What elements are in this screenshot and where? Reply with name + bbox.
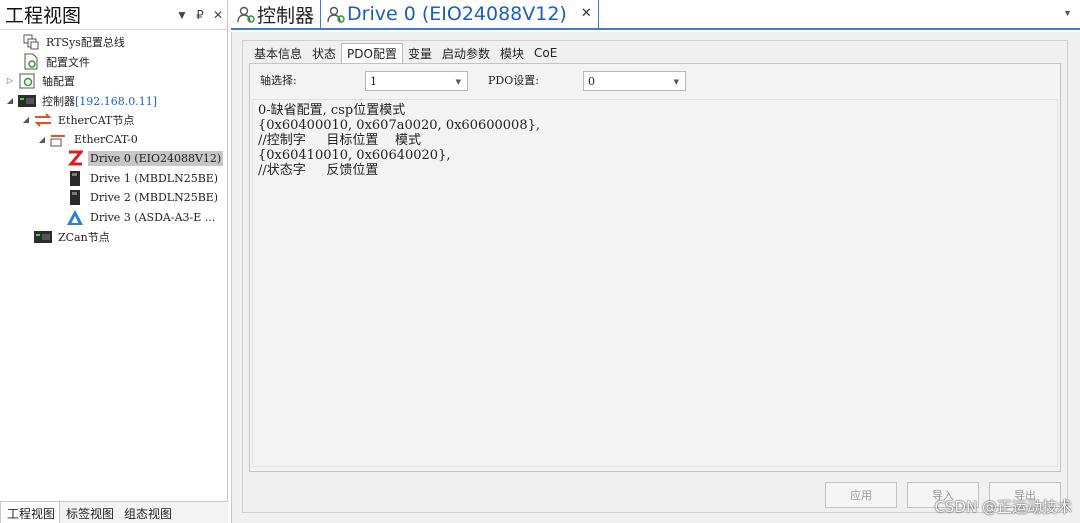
axis-select-value: 1 xyxy=(370,75,377,88)
tab-pdo-config[interactable]: PDO配置 xyxy=(341,43,403,63)
tab-label: Drive 0 (EIO24088V12) xyxy=(347,2,567,25)
tab-startup-params[interactable]: 启动参数 xyxy=(437,43,495,63)
tree-expander[interactable]: ▷ xyxy=(4,76,16,85)
tree-item-zcan-node[interactable]: ZCan节点 xyxy=(20,227,112,246)
servo-drive-icon xyxy=(66,189,84,206)
close-panel-icon[interactable]: ✕ xyxy=(209,8,227,22)
code-line: //控制字 目标位置 模式 xyxy=(258,133,421,148)
tree-expander[interactable]: ◢ xyxy=(36,135,48,144)
document-tabs: 控制器 Drive 0 (EIO24088V12) ✕ xyxy=(231,0,1080,30)
pdo-setting-value: 0 xyxy=(588,75,595,88)
tab-variables[interactable]: 变量 xyxy=(403,43,437,63)
tree-item-label: Drive 0 (EIO24088V12) xyxy=(88,151,224,166)
code-line: 0-缺省配置, csp位置模式 xyxy=(258,103,406,118)
zmotion-drive-icon xyxy=(66,150,84,167)
chevron-down-icon: ▼ xyxy=(673,78,679,86)
tree-item-drive-3[interactable]: Drive 3 (ASDA-A3-E ... xyxy=(52,208,217,227)
ethercat-icon xyxy=(34,111,52,128)
chevron-down-icon: ▼ xyxy=(455,78,461,86)
apply-button[interactable]: 应用 xyxy=(825,482,897,508)
drive-document: 基本信息 状态 PDO配置 变量 启动参数 模块 CoE 轴选择: 1 ▼ PD… xyxy=(231,32,1080,523)
panel-header: 工程视图 ▼ ₽ ✕ xyxy=(0,0,227,30)
tree-item-label: 配置文件 xyxy=(46,55,90,69)
pdo-setting-dropdown[interactable]: 0 ▼ xyxy=(583,71,686,91)
tab-coe[interactable]: CoE xyxy=(529,43,562,63)
tree-item-ethercat-node[interactable]: ◢ EtherCAT节点 xyxy=(20,110,136,129)
tree-item-rtsys-bus[interactable]: RTSys配置总线 xyxy=(8,32,127,51)
tree-item-config-file[interactable]: 配置文件 xyxy=(8,52,92,71)
drive-frame: 基本信息 状态 PDO配置 变量 启动参数 模块 CoE 轴选择: 1 ▼ PD… xyxy=(242,40,1068,513)
tree-item-drive-1[interactable]: Drive 1 (MBDLN25BE) xyxy=(52,169,220,188)
axis-config-icon xyxy=(18,72,36,89)
controller-icon xyxy=(18,92,36,109)
code-line: {0x60400010, 0x607a0020, 0x60600008}, xyxy=(258,118,540,133)
tree-expander[interactable]: ◢ xyxy=(4,96,16,105)
tab-modules[interactable]: 模块 xyxy=(495,43,529,63)
zcan-icon xyxy=(34,228,52,245)
left-panel-tabs: 工程视图 标签视图 组态视图 xyxy=(0,501,228,523)
tree-item-ethercat-0[interactable]: ◢ EtherCAT-0 xyxy=(36,130,140,149)
ethercat-port-icon xyxy=(50,131,68,148)
controller-tab-icon xyxy=(237,5,255,23)
tree-item-drive-2[interactable]: Drive 2 (MBDLN25BE) xyxy=(52,188,220,207)
tab-status[interactable]: 状态 xyxy=(307,43,341,63)
axis-select-dropdown[interactable]: 1 ▼ xyxy=(365,71,468,91)
project-view-panel: 工程视图 ▼ ₽ ✕ RTSys配置总线 配置文件 ▷ 轴配置 ◢ 控制器[19… xyxy=(0,0,228,523)
close-tab-icon[interactable]: ✕ xyxy=(581,6,592,21)
pdo-setting-label: PDO设置: xyxy=(488,74,539,87)
drive-property-tabs: 基本信息 状态 PDO配置 变量 启动参数 模块 CoE xyxy=(249,43,562,63)
tree-item-axis-config[interactable]: ▷ 轴配置 xyxy=(4,71,77,90)
code-line: //状态字 反馈位置 xyxy=(258,163,379,178)
doc-list-dropdown-icon[interactable]: ▼ xyxy=(1063,8,1072,18)
tree-item-label: EtherCAT-0 xyxy=(74,133,138,146)
tree-item-label: 轴配置 xyxy=(42,74,75,88)
controller-ip: [192.168.0.11] xyxy=(75,94,158,108)
tree-item-label: Drive 2 (MBDLN25BE) xyxy=(90,191,219,204)
watermark: CSDN @正运动技术 xyxy=(934,498,1072,516)
project-tree: RTSys配置总线 配置文件 ▷ 轴配置 ◢ 控制器[192.168.0.11] xyxy=(0,30,227,501)
axis-select-label: 轴选择: xyxy=(260,74,297,87)
tab-label: 控制器 xyxy=(257,4,315,27)
tab-controller[interactable]: 控制器 xyxy=(231,0,320,28)
tab-drive-0[interactable]: Drive 0 (EIO24088V12) ✕ xyxy=(320,0,599,28)
code-line: {0x60410010, 0x60640020}, xyxy=(258,148,451,163)
tree-item-label: Drive 3 (ASDA-A3-E ... xyxy=(90,211,216,224)
pin-icon[interactable]: ₽ xyxy=(191,8,209,22)
panel-title: 工程视图 xyxy=(5,5,82,27)
config-file-icon xyxy=(22,53,40,70)
panel-dropdown-icon[interactable]: ▼ xyxy=(173,8,191,22)
tree-item-controller[interactable]: ◢ 控制器[192.168.0.11] xyxy=(4,91,159,110)
tree-item-label: EtherCAT节点 xyxy=(58,113,135,127)
tab-project-view[interactable]: 工程视图 xyxy=(0,502,61,523)
tree-item-label: 控制器[192.168.0.11] xyxy=(42,94,158,108)
tree-expander[interactable]: ◢ xyxy=(20,115,32,124)
tree-item-label: ZCan节点 xyxy=(58,230,110,244)
tab-config-view[interactable]: 组态视图 xyxy=(118,502,176,523)
tab-basic-info[interactable]: 基本信息 xyxy=(249,43,307,63)
tree-item-label: Drive 1 (MBDLN25BE) xyxy=(90,172,219,185)
delta-drive-icon xyxy=(66,209,84,226)
tab-label-view[interactable]: 标签视图 xyxy=(60,502,118,523)
tree-item-label: RTSys配置总线 xyxy=(46,35,125,49)
bus-config-icon xyxy=(22,33,40,50)
tree-item-drive-0[interactable]: Drive 0 (EIO24088V12) xyxy=(52,149,224,168)
drive-tab-icon xyxy=(327,5,345,23)
pdo-config-panel: 轴选择: 1 ▼ PDO设置: 0 ▼ 0-缺省配置, csp位置模式 {0x6… xyxy=(249,63,1061,472)
servo-drive-icon xyxy=(66,170,84,187)
pdo-description-text[interactable]: 0-缺省配置, csp位置模式 {0x60400010, 0x607a0020,… xyxy=(252,99,1058,467)
